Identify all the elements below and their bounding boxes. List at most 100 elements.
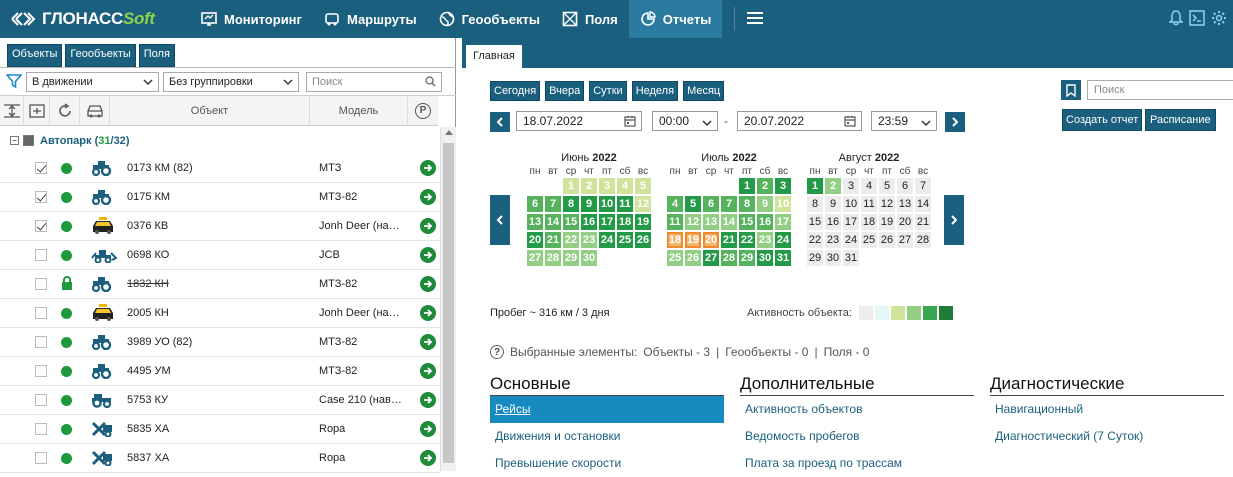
calendar-day[interactable]: 7 bbox=[721, 196, 737, 212]
calendar-day[interactable]: 14 bbox=[721, 214, 737, 230]
calendar-day[interactable]: 10 bbox=[843, 196, 859, 212]
arrow-right-icon[interactable] bbox=[420, 305, 436, 321]
calendar-day[interactable]: 15 bbox=[739, 214, 755, 230]
row-checkbox[interactable] bbox=[35, 278, 47, 290]
calendar-day[interactable]: 25 bbox=[617, 232, 633, 248]
calendar-day[interactable]: 20 bbox=[527, 232, 543, 248]
tab-left-2[interactable]: Поля bbox=[138, 44, 175, 67]
date-from-input[interactable]: 18.07.2022 bbox=[516, 111, 642, 131]
period-button-4[interactable]: Месяц bbox=[683, 81, 725, 101]
calendar-day[interactable]: 25 bbox=[861, 232, 877, 248]
calendar-day[interactable]: 13 bbox=[703, 214, 719, 230]
calendar-day[interactable]: 15 bbox=[807, 214, 823, 230]
group-row[interactable]: − Автопарк (31/32) bbox=[0, 127, 438, 154]
row-checkbox[interactable] bbox=[35, 191, 47, 203]
create-report-button[interactable]: Создать отчет bbox=[1062, 109, 1143, 131]
row-checkbox[interactable] bbox=[35, 220, 47, 232]
calendar-day[interactable]: 29 bbox=[563, 250, 579, 266]
calendar-day[interactable]: 22 bbox=[563, 232, 579, 248]
period-button-3[interactable]: Неделя bbox=[631, 81, 679, 101]
calendar-day[interactable]: 18 bbox=[667, 232, 683, 248]
row-checkbox[interactable] bbox=[35, 452, 47, 464]
checkbox-toggle-icon[interactable] bbox=[24, 95, 50, 126]
row-checkbox[interactable] bbox=[35, 249, 47, 261]
table-row[interactable]: 5837 ХА Ropa bbox=[0, 444, 440, 473]
table-row[interactable]: 0175 КМ МТЗ-82 bbox=[0, 183, 440, 212]
collapse-icon[interactable]: − bbox=[10, 136, 19, 145]
report-link[interactable]: Плата за проезд по трассам bbox=[740, 450, 974, 477]
period-button-1[interactable]: Вчера bbox=[545, 81, 585, 101]
calendar-day[interactable]: 29 bbox=[807, 250, 823, 266]
time-from-select[interactable]: 00:00 bbox=[652, 111, 718, 131]
arrow-right-icon[interactable] bbox=[420, 189, 436, 205]
calendar-day[interactable]: 12 bbox=[879, 196, 895, 212]
calendar-day[interactable]: 25 bbox=[667, 250, 683, 266]
calendar-day[interactable]: 21 bbox=[915, 214, 931, 230]
calendar-day[interactable]: 19 bbox=[879, 214, 895, 230]
calendar-day[interactable]: 4 bbox=[861, 178, 877, 194]
date-to-input[interactable]: 20.07.2022 bbox=[737, 111, 862, 131]
calendar-day[interactable]: 5 bbox=[685, 196, 701, 212]
calendar-day[interactable]: 24 bbox=[843, 232, 859, 248]
calendar-day[interactable]: 14 bbox=[545, 214, 561, 230]
calendar-day[interactable]: 13 bbox=[527, 214, 543, 230]
calendar-day[interactable]: 16 bbox=[757, 214, 773, 230]
calendar-day[interactable]: 10 bbox=[599, 196, 615, 212]
grouping-select[interactable]: Без группировки bbox=[163, 72, 299, 92]
calendar-day[interactable]: 5 bbox=[635, 178, 651, 194]
calendar-day[interactable]: 22 bbox=[739, 232, 755, 248]
calendar-day[interactable]: 17 bbox=[599, 214, 615, 230]
calendar-day[interactable]: 8 bbox=[807, 196, 823, 212]
calendar-day[interactable]: 31 bbox=[843, 250, 859, 266]
row-checkbox[interactable] bbox=[35, 307, 47, 319]
calendar-day[interactable]: 21 bbox=[721, 232, 737, 248]
table-row[interactable]: 5835 ХА Ropa bbox=[0, 415, 440, 444]
calendar-day[interactable]: 2 bbox=[757, 178, 773, 194]
arrow-right-icon[interactable] bbox=[420, 160, 436, 176]
calendar-day[interactable]: 7 bbox=[915, 178, 931, 194]
calendar-day[interactable]: 6 bbox=[703, 196, 719, 212]
table-row[interactable]: 0376 КВ Jonh Deer (на… bbox=[0, 212, 440, 241]
calendar-day[interactable]: 28 bbox=[915, 232, 931, 248]
nav-item-1[interactable]: Маршруты bbox=[313, 0, 428, 38]
refresh-icon[interactable] bbox=[50, 95, 80, 126]
calendar-day[interactable]: 6 bbox=[527, 196, 543, 212]
calendar-day[interactable]: 23 bbox=[825, 232, 841, 248]
calendar-day[interactable]: 26 bbox=[635, 232, 651, 248]
calendar-day[interactable]: 2 bbox=[581, 178, 597, 194]
help-icon[interactable]: ? bbox=[490, 345, 504, 359]
calendar-day[interactable]: 3 bbox=[599, 178, 615, 194]
calendar-day[interactable]: 19 bbox=[635, 214, 651, 230]
calendar-day[interactable]: 29 bbox=[739, 250, 755, 266]
calendar-day[interactable]: 30 bbox=[825, 250, 841, 266]
calendar-day[interactable]: 11 bbox=[861, 196, 877, 212]
next-period-button[interactable] bbox=[945, 112, 965, 132]
report-link[interactable]: Ведомость пробегов bbox=[740, 423, 974, 450]
period-button-0[interactable]: Сегодня bbox=[490, 81, 541, 101]
calendar-day[interactable]: 16 bbox=[825, 214, 841, 230]
nav-item-3[interactable]: Поля bbox=[551, 0, 629, 38]
row-checkbox[interactable] bbox=[35, 365, 47, 377]
table-row[interactable]: 1832 КН МТЗ-82 bbox=[0, 270, 440, 299]
calendar-day[interactable]: 20 bbox=[897, 214, 913, 230]
calendar-day[interactable]: 12 bbox=[635, 196, 651, 212]
calendar-day[interactable]: 12 bbox=[685, 214, 701, 230]
calendar-day[interactable]: 15 bbox=[563, 214, 579, 230]
report-link[interactable]: Рейсы bbox=[490, 396, 724, 423]
app-logo[interactable]: ГЛОНАСС Soft bbox=[0, 0, 190, 38]
table-row[interactable]: 5753 КУ Case 210 (нав… bbox=[0, 386, 440, 415]
object-list-scrollbar[interactable] bbox=[440, 127, 456, 471]
calendar-day[interactable]: 17 bbox=[843, 214, 859, 230]
calendar-day[interactable]: 11 bbox=[617, 196, 633, 212]
calendar-day[interactable]: 11 bbox=[667, 214, 683, 230]
table-row[interactable]: 0698 КО JCB bbox=[0, 241, 440, 270]
prev-month-button[interactable] bbox=[490, 195, 510, 245]
calendar-day[interactable]: 9 bbox=[757, 196, 773, 212]
report-link[interactable]: Движения и остановки bbox=[490, 423, 724, 450]
nav-item-4[interactable]: Отчеты bbox=[628, 0, 723, 38]
report-link[interactable]: Навигационный bbox=[990, 396, 1224, 423]
calendar-day[interactable]: 9 bbox=[581, 196, 597, 212]
calendar-day[interactable]: 30 bbox=[757, 250, 773, 266]
time-to-select[interactable]: 23:59 bbox=[871, 111, 937, 131]
tab-left-0[interactable]: Объекты bbox=[7, 44, 63, 67]
